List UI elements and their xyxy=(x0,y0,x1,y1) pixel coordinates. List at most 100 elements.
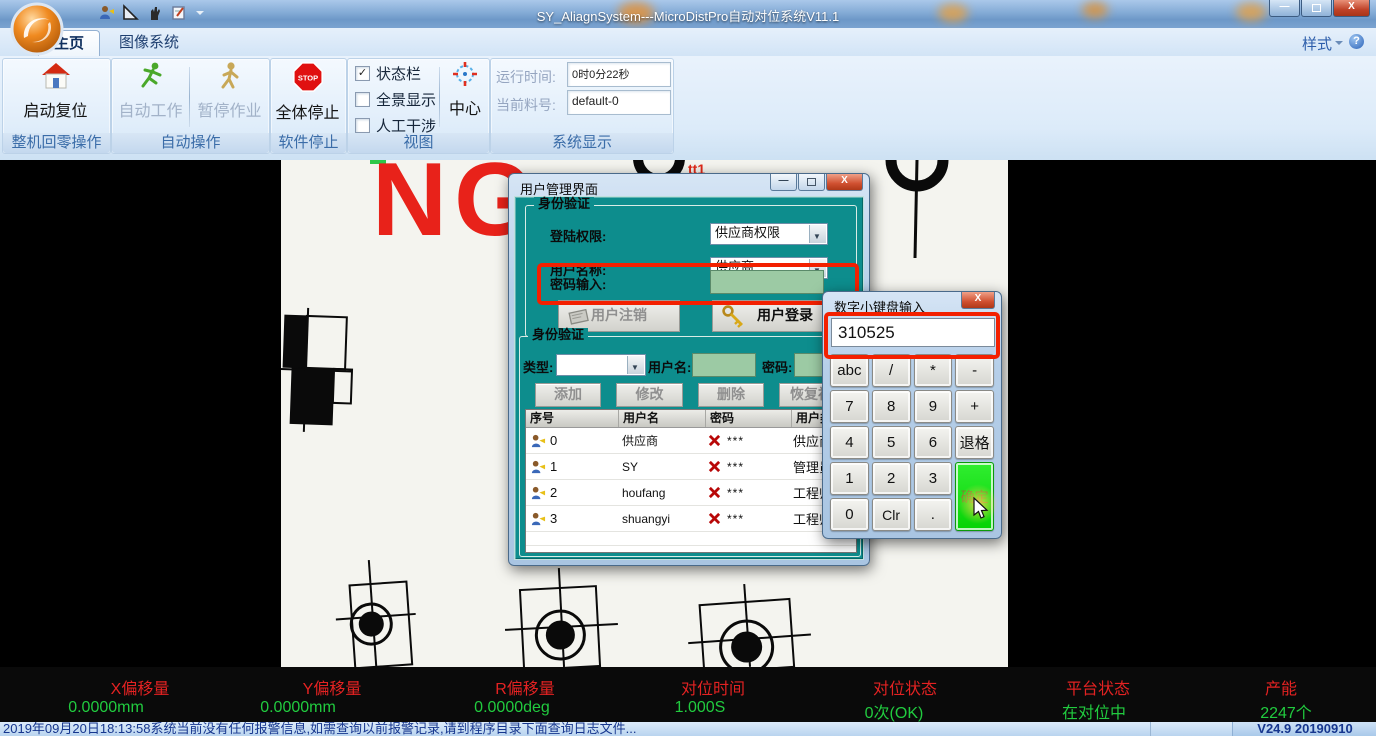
add-button[interactable]: 添加 xyxy=(535,383,601,407)
key-backspace[interactable]: 退格 xyxy=(955,426,994,459)
auto-work-button[interactable]: 自动工作 xyxy=(114,61,187,121)
row-name: SY xyxy=(618,454,704,479)
ribbon-group-software-stop: STOP 全体停止 软件停止 xyxy=(270,58,347,154)
group-label: 视图 xyxy=(348,133,489,153)
key-0[interactable]: 0 xyxy=(830,498,869,531)
column-header[interactable]: 序号 xyxy=(526,410,619,427)
auth-group-legend: 身份验证 xyxy=(534,197,594,211)
platform-status-value: 在对位中 xyxy=(1062,699,1126,722)
key-8[interactable]: 8 xyxy=(872,390,911,423)
modify-button[interactable]: 修改 xyxy=(616,383,683,407)
key-3[interactable]: 3 xyxy=(914,462,953,495)
dialog-close-button[interactable]: X xyxy=(826,174,863,191)
pause-job-button[interactable]: 暂停作业 xyxy=(192,61,267,121)
user-logout-label: 用户注销 xyxy=(591,307,647,323)
panorama-checkbox[interactable] xyxy=(355,92,370,107)
x-mark-icon xyxy=(708,486,721,499)
restore-button[interactable] xyxy=(1301,0,1332,17)
dialog-window-controls: — X xyxy=(769,174,863,191)
statusbar-checkbox[interactable]: ✓ xyxy=(355,66,370,81)
y-offset-value: 0.0000mm xyxy=(260,699,336,717)
chevron-down-icon[interactable] xyxy=(809,225,826,243)
x-mark-icon xyxy=(708,460,721,473)
key-dot[interactable]: . xyxy=(914,498,953,531)
user-row-icon xyxy=(530,511,546,527)
key-clear[interactable]: Clr xyxy=(872,498,911,531)
numeric-keypad-dialog: 数字小键盘输入 X 310525 abc / * - 7 8 9 + 4 5 6… xyxy=(822,291,1002,539)
table-row-empty xyxy=(526,546,856,553)
pause-job-label: 暂停作业 xyxy=(192,97,267,121)
auth-group-manage: 身份验证 类型: 用户名: 密码: 添加 修改 删除 恢复初始 序号 用户名 xyxy=(519,336,861,557)
key-plus[interactable]: + xyxy=(955,390,994,423)
user-row-icon xyxy=(530,433,546,449)
minimize-button[interactable]: — xyxy=(1269,0,1300,17)
edit-note-icon[interactable] xyxy=(170,4,187,21)
keypad-close-button[interactable]: X xyxy=(961,292,995,309)
app-window: SY_AliagnSystem---MicroDistPro自动对位系统V11.… xyxy=(0,0,1376,736)
table-row[interactable]: 1 SY *** 管理员权限 xyxy=(526,454,856,480)
row-id: 0 xyxy=(550,433,557,448)
table-row-empty xyxy=(526,532,856,546)
table-row[interactable]: 3 shuangyi *** 工程师权限 xyxy=(526,506,856,532)
tab-image-system[interactable]: 图像系统 xyxy=(104,30,194,56)
help-icon[interactable]: ? xyxy=(1349,34,1364,49)
hand-tool-icon[interactable] xyxy=(146,4,163,21)
stop-sign-text: STOP xyxy=(297,73,317,82)
login-permission-select[interactable]: 供应商权限 xyxy=(710,223,828,245)
key-7[interactable]: 7 xyxy=(830,390,869,423)
qat-dropdown-icon[interactable] xyxy=(196,11,204,15)
close-button[interactable]: X xyxy=(1333,0,1370,17)
panorama-checkbox-row[interactable]: 全景显示 xyxy=(355,89,436,110)
stop-all-label: 全体停止 xyxy=(273,99,342,123)
key-9[interactable]: 9 xyxy=(914,390,953,423)
user-table: 序号 用户名 密码 用户类型 0 供应商 *** xyxy=(525,409,857,553)
key-4[interactable]: 4 xyxy=(830,426,869,459)
key-2[interactable]: 2 xyxy=(872,462,911,495)
key-confirm[interactable]: 确定 xyxy=(955,462,994,531)
type-select[interactable] xyxy=(556,354,646,376)
user-audit-icon[interactable] xyxy=(98,4,115,21)
group-label: 软件停止 xyxy=(271,133,346,153)
restore-icon xyxy=(1312,4,1321,12)
row-password: *** xyxy=(727,460,744,474)
dialog-restore-button[interactable] xyxy=(798,174,825,191)
manual-intervention-checkbox[interactable] xyxy=(355,118,370,133)
r-offset-label: R偏移量 xyxy=(495,675,555,699)
column-header[interactable]: 用户名 xyxy=(619,410,706,427)
password-highlight-annotation xyxy=(537,263,859,305)
style-menu[interactable]: 样式 xyxy=(1302,33,1332,54)
divider xyxy=(1150,722,1151,736)
statusbar-checkbox-row[interactable]: ✓ 状态栏 xyxy=(355,63,421,84)
keys-icon xyxy=(721,304,747,328)
key-5[interactable]: 5 xyxy=(872,426,911,459)
user-row-icon xyxy=(530,459,546,475)
start-reset-label: 启动复位 xyxy=(5,97,106,121)
style-caret-icon[interactable] xyxy=(1335,41,1343,45)
dialog-minimize-button[interactable]: — xyxy=(770,174,797,191)
ribbon: 启动复位 整机回零操作 自动工作 暂停作业 自动操作 xyxy=(0,56,1376,161)
stop-all-button[interactable]: STOP 全体停止 xyxy=(273,61,342,123)
key-6[interactable]: 6 xyxy=(914,426,953,459)
table-row[interactable]: 0 供应商 *** 供应商权限 xyxy=(526,428,856,454)
manage-user-field[interactable] xyxy=(692,353,756,377)
delete-button[interactable]: 删除 xyxy=(698,383,764,407)
user-row-icon xyxy=(530,485,546,501)
home-icon xyxy=(40,61,72,91)
dialog-client-area: 身份验证 登陆权限: 供应商权限 用户名称: 供应商 密码输入: xyxy=(514,196,864,560)
chevron-down-icon[interactable] xyxy=(627,356,644,374)
status-bar: 2019年09月20日18:13:58系统当前没有任何报警信息,如需查询以前报警… xyxy=(0,722,1376,736)
logout-card-icon xyxy=(567,304,593,328)
app-logo-orb[interactable] xyxy=(10,2,65,57)
key-1[interactable]: 1 xyxy=(830,462,869,495)
start-reset-button[interactable]: 启动复位 xyxy=(5,61,106,121)
column-header[interactable]: 密码 xyxy=(706,410,792,427)
user-management-dialog: 用户管理界面 — X 身份验证 登陆权限: 供应商权限 用户名称: 供应商 密码… xyxy=(508,173,870,566)
orb-icon xyxy=(10,2,65,57)
user-table-header: 序号 用户名 密码 用户类型 xyxy=(526,410,856,428)
ruler-tool-icon[interactable] xyxy=(122,4,139,21)
keypad-input-highlight-annotation xyxy=(824,312,1000,359)
table-row[interactable]: 2 houfang *** 工程师权限 xyxy=(526,480,856,506)
manage-password-label: 密码: xyxy=(762,357,792,376)
stop-sign-icon: STOP xyxy=(291,61,325,93)
center-button[interactable]: 中心 xyxy=(443,61,487,119)
